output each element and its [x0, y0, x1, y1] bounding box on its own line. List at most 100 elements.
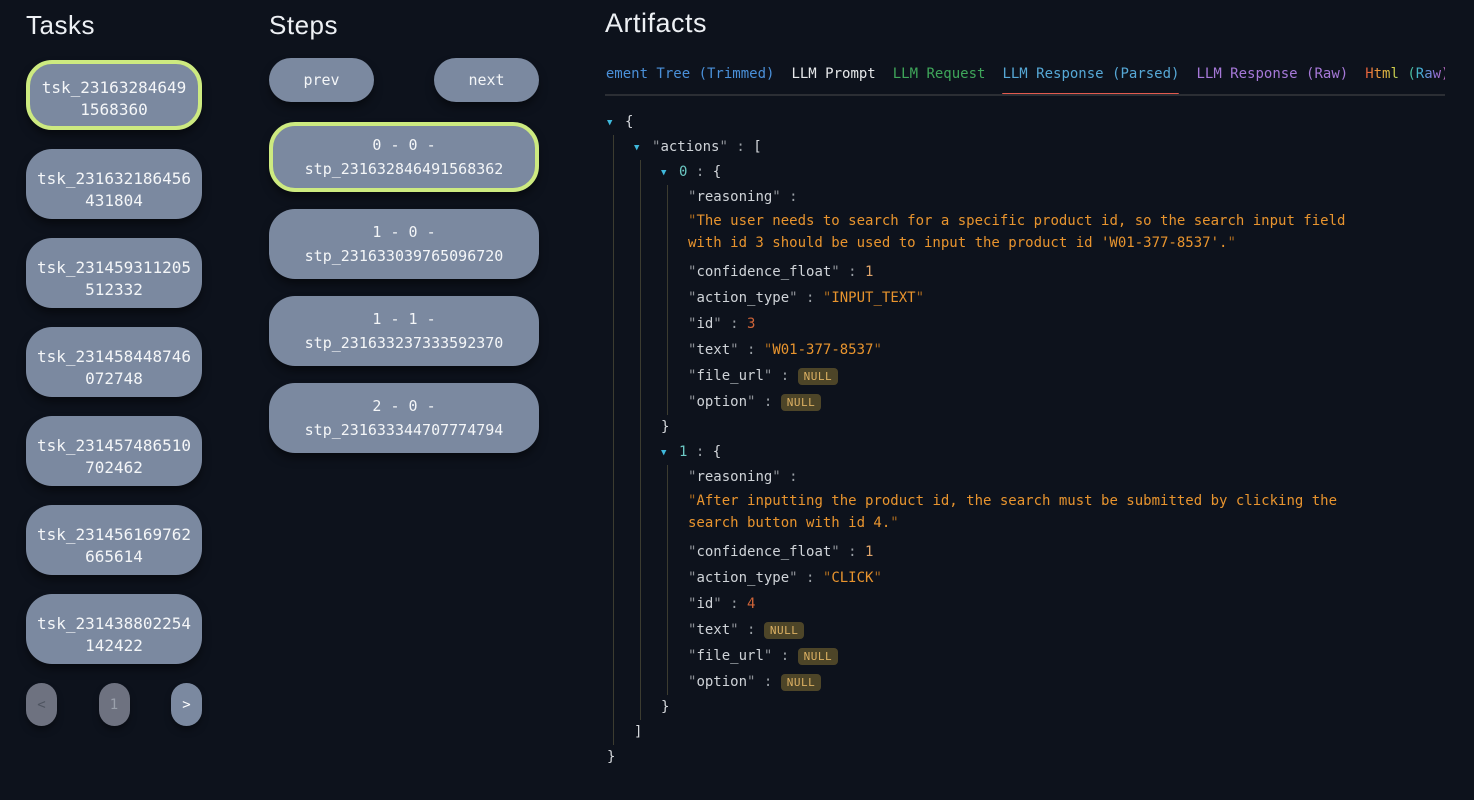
json-row: "The user needs to search for a specific… [605, 210, 1347, 259]
indent-guide [613, 617, 614, 643]
indent-guide [613, 440, 614, 465]
step-button[interactable]: 0 - 0 -stp_231632846491568362 [269, 122, 539, 192]
task-button[interactable]: tsk_231632846491568360 [26, 60, 202, 130]
json-row: "reasoning" : [605, 465, 1445, 490]
null-badge: NULL [781, 394, 822, 411]
step-button[interactable]: 1 - 1 -stp_231633237333592370 [269, 296, 539, 366]
collapse-arrow-icon[interactable]: ▼ [634, 136, 652, 161]
indent-guide [613, 311, 614, 337]
tab-llm-request[interactable]: LLM Request [893, 64, 986, 94]
json-row: "confidence_float" : 1 [605, 539, 1445, 565]
indent-guide [640, 363, 641, 389]
indent-guide [667, 643, 668, 669]
steps-title: Steps [269, 10, 539, 52]
artifacts-panel: Artifacts Element Tree (Trimmed)LLM Prom… [605, 8, 1445, 770]
indent-guide [640, 160, 641, 185]
collapse-arrow-icon[interactable]: ▼ [661, 441, 679, 466]
indent-guide [640, 591, 641, 617]
tab-html-raw-[interactable]: Html (Raw) [1365, 64, 1445, 94]
null-badge: NULL [764, 622, 805, 639]
step-button[interactable]: 1 - 0 -stp_231633039765096720 [269, 209, 539, 279]
indent-guide [640, 440, 641, 465]
indent-guide [613, 259, 614, 285]
indent-guide [667, 185, 668, 210]
tasks-title: Tasks [26, 10, 202, 52]
next-step-button[interactable]: next [434, 58, 539, 102]
json-row: ▼1 : { [605, 440, 1445, 465]
indent-guide [640, 415, 641, 440]
indent-guide [640, 285, 641, 311]
task-button[interactable]: tsk_231456169762665614 [26, 505, 202, 575]
tab-llm-response-raw-[interactable]: LLM Response (Raw) [1196, 64, 1348, 94]
task-button[interactable]: tsk_231457486510702462 [26, 416, 202, 486]
task-button[interactable]: tsk_231458448746072748 [26, 327, 202, 397]
indent-guide [640, 539, 641, 565]
collapse-arrow-icon[interactable]: ▼ [661, 161, 679, 186]
json-row: } [605, 695, 1445, 720]
artifact-tabs: Element Tree (Trimmed) LLM Prompt LLM Requ… [605, 64, 1445, 94]
json-row: ▼{ [605, 110, 1445, 135]
json-row: "id" : 3 [605, 311, 1445, 337]
indent-guide [613, 160, 614, 185]
collapse-arrow-icon[interactable]: ▼ [607, 111, 625, 136]
indent-guide [613, 285, 614, 311]
indent-guide [667, 363, 668, 389]
indent-guide [613, 539, 614, 565]
null-badge: NULL [798, 368, 839, 385]
indent-guide [640, 465, 641, 490]
json-row: ▼"actions" : [ [605, 135, 1445, 160]
indent-guide [640, 210, 641, 259]
tab-llm-response-parsed-[interactable]: LLM Response (Parsed) [1002, 64, 1179, 94]
indent-guide [667, 465, 668, 490]
artifact-tabbar: Element Tree (Trimmed) LLM Prompt LLM Requ… [605, 64, 1445, 96]
step-button[interactable]: 2 - 0 -stp_231633344707774794 [269, 383, 539, 453]
json-row: "action_type" : "CLICK" [605, 565, 1445, 591]
indent-guide [640, 337, 641, 363]
indent-guide [667, 669, 668, 695]
prev-step-button[interactable]: prev [269, 58, 374, 102]
indent-guide [667, 565, 668, 591]
json-row: "file_url" : NULL [605, 643, 1445, 669]
indent-guide [640, 565, 641, 591]
task-list: tsk_231632846491568360 tsk_23163218645643… [26, 60, 202, 664]
indent-guide [640, 389, 641, 415]
json-row: "file_url" : NULL [605, 363, 1445, 389]
json-row: ▼0 : { [605, 160, 1445, 185]
indent-guide [613, 565, 614, 591]
json-row: "After inputting the product id, the sea… [605, 490, 1347, 539]
indent-guide [613, 591, 614, 617]
pagination-prev-button[interactable]: < [26, 683, 57, 726]
indent-guide [640, 311, 641, 337]
indent-guide [667, 617, 668, 643]
indent-guide [667, 285, 668, 311]
json-viewer: ▼{▼"actions" : [▼0 : {"reasoning" : "The… [605, 110, 1445, 770]
task-button[interactable]: tsk_231632186456431804 [26, 149, 202, 219]
indent-guide [613, 185, 614, 210]
indent-guide [613, 669, 614, 695]
json-row: "confidence_float" : 1 [605, 259, 1445, 285]
indent-guide [613, 643, 614, 669]
json-row: "reasoning" : [605, 185, 1445, 210]
json-row: "text" : NULL [605, 617, 1445, 643]
null-badge: NULL [781, 674, 822, 691]
tab-element-tree-trimmed-[interactable]: Element Tree (Trimmed) [605, 64, 774, 94]
indent-guide [667, 210, 668, 259]
json-row: "id" : 4 [605, 591, 1445, 617]
indent-guide [613, 210, 614, 259]
pagination-next-button[interactable]: > [171, 683, 202, 726]
indent-guide [613, 465, 614, 490]
step-list: 0 - 0 -stp_231632846491568362 1 - 0 -stp_… [269, 122, 539, 453]
tasks-pagination: < 1 > [26, 683, 202, 726]
indent-guide [613, 337, 614, 363]
indent-guide [613, 389, 614, 415]
json-row: "action_type" : "INPUT_TEXT" [605, 285, 1445, 311]
pagination-page-button[interactable]: 1 [99, 683, 130, 726]
task-button[interactable]: tsk_231438802254142422 [26, 594, 202, 664]
indent-guide [613, 135, 614, 160]
json-row: "option" : NULL [605, 389, 1445, 415]
indent-guide [640, 185, 641, 210]
tab-llm-prompt[interactable]: LLM Prompt [791, 64, 875, 94]
task-button[interactable]: tsk_231459311205512332 [26, 238, 202, 308]
steps-panel: Steps prev next 0 - 0 -stp_2316328464915… [269, 10, 539, 453]
json-row: "text" : "W01-377-8537" [605, 337, 1445, 363]
